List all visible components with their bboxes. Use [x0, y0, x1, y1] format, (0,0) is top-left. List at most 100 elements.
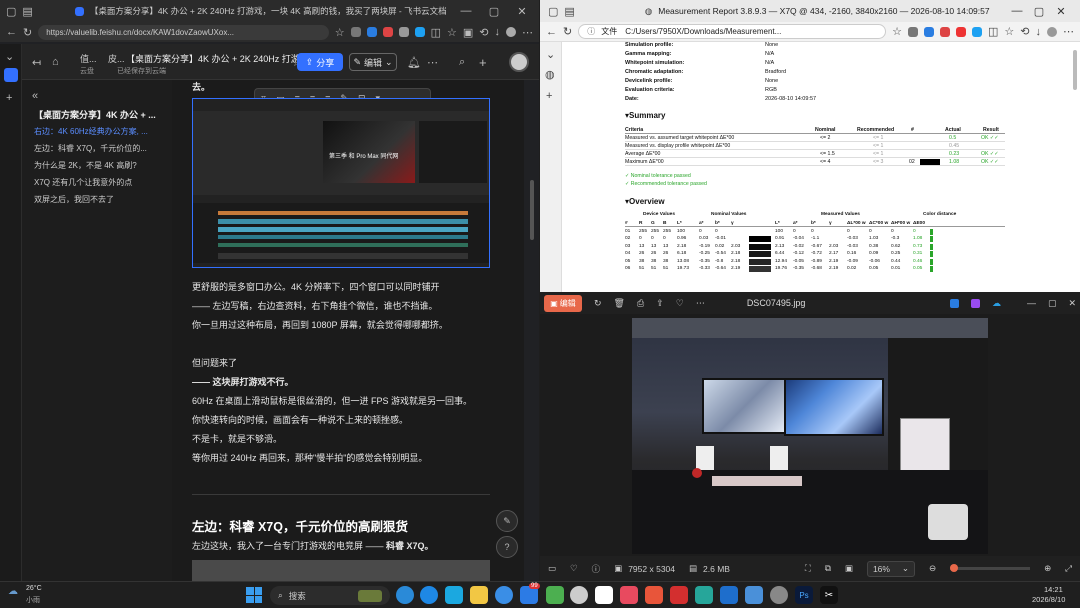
history-icon[interactable]: ⟲ — [479, 26, 488, 39]
close-icon[interactable]: ✕ — [511, 5, 533, 18]
filmstrip-icon[interactable]: ▭ — [548, 563, 556, 574]
scrollbar-thumb[interactable] — [530, 180, 534, 240]
overview-heading[interactable]: ▾Overview — [625, 197, 665, 206]
taskbar-search[interactable]: ⌕ 搜索 — [270, 586, 390, 605]
cloud-label[interactable]: 云盘 — [80, 66, 94, 76]
profile-avatar[interactable] — [506, 27, 516, 37]
clock-time[interactable]: 14:21 — [1044, 585, 1063, 594]
favorite-icon[interactable]: ♡ — [570, 563, 578, 574]
outline-item[interactable]: 为什么是 2K，不是 4K 高刷? — [34, 160, 137, 171]
zoom-in-icon[interactable]: ⊕ — [1044, 563, 1051, 574]
extension-icon[interactable] — [908, 26, 918, 37]
minimize-icon[interactable]: — — [455, 5, 477, 17]
add-icon[interactable]: + — [546, 90, 552, 102]
chevron-down-icon[interactable]: ⌄ — [546, 48, 555, 61]
explorer-icon[interactable] — [470, 586, 488, 604]
app-icon[interactable] — [546, 586, 564, 604]
maximize-icon[interactable]: ▢ — [483, 5, 505, 18]
outline-item[interactable]: 双屏之后，我回不去了 — [34, 194, 114, 205]
outline-item[interactable]: X7Q 还有几个让我意外的点 — [34, 177, 132, 188]
window-menu-icon[interactable]: ▢ — [548, 5, 558, 18]
bell-icon[interactable]: 🔔︎ — [407, 56, 421, 69]
outline-item[interactable]: 【桌面方案分享】4K 办公 + ... — [34, 108, 156, 121]
tab-list-icon[interactable]: ▤ — [22, 5, 32, 18]
settings-icon[interactable] — [770, 586, 788, 604]
collections-icon[interactable]: ▣ — [463, 26, 473, 39]
photoshop-icon[interactable]: Ps — [795, 586, 813, 604]
edge-icon[interactable] — [420, 586, 438, 604]
favorite-star-icon[interactable]: ☆ — [892, 25, 902, 38]
app-icon[interactable] — [570, 586, 588, 604]
tab-list-icon[interactable]: ▤ — [564, 5, 574, 18]
download-icon[interactable]: ↓ — [495, 26, 501, 38]
app-icon[interactable] — [970, 298, 980, 308]
tab-title[interactable]: Measurement Report 3.8.9.3 — X7Q @ 434, … — [658, 6, 1006, 16]
home-icon[interactable]: ⌂ — [52, 56, 59, 68]
more-icon[interactable]: ⋯ — [427, 56, 438, 69]
share-icon[interactable]: ⇪ — [656, 298, 664, 309]
breadcrumb[interactable]: 皮... — [108, 52, 125, 65]
extension-icon[interactable] — [940, 26, 950, 37]
start-button[interactable] — [246, 587, 262, 603]
more-icon[interactable]: ⋯ — [522, 26, 533, 39]
minimize-icon[interactable]: — — [1027, 298, 1036, 308]
profile-avatar[interactable] — [1047, 26, 1057, 37]
summary-heading[interactable]: ▾Summary — [625, 111, 665, 120]
delete-icon[interactable]: 🗑︎ — [614, 298, 625, 309]
embedded-screenshot-image[interactable]: 第三季 和 Pro Max 同代网 — [192, 98, 490, 268]
app-icon[interactable] — [645, 586, 663, 604]
weather-temp[interactable]: 26°C — [26, 585, 42, 592]
app-icon[interactable] — [620, 586, 638, 604]
app-icon[interactable] — [495, 586, 513, 604]
minimize-icon[interactable]: — — [1006, 5, 1028, 17]
close-icon[interactable]: ✕ — [1068, 298, 1076, 309]
maximize-icon[interactable]: ▢ — [1028, 5, 1050, 18]
favorites-icon[interactable]: ☆ — [1004, 25, 1014, 38]
globe-icon[interactable]: ◍ — [545, 68, 555, 81]
outline-item[interactable]: 左边：科睿 X7Q，千元价位的... — [34, 143, 147, 154]
fullscreen-icon[interactable]: ⤢ — [1065, 563, 1072, 574]
close-icon[interactable]: ✕ — [1050, 5, 1072, 18]
zoom-slider[interactable] — [950, 564, 1031, 572]
store-icon[interactable] — [445, 586, 463, 604]
avatar[interactable] — [509, 52, 529, 72]
favorite-star-icon[interactable]: ☆ — [335, 26, 345, 39]
help-button[interactable]: ? — [496, 536, 518, 558]
more-icon[interactable]: ⋯ — [1063, 25, 1074, 38]
extension-icon[interactable] — [924, 26, 934, 37]
maximize-icon[interactable]: ▢ — [1048, 298, 1057, 309]
weather-desc[interactable]: 小雨 — [26, 595, 40, 605]
capcut-icon[interactable]: ✂ — [820, 586, 838, 604]
download-icon[interactable]: ↓ — [1036, 26, 1042, 38]
favorites-icon[interactable]: ☆ — [447, 26, 457, 39]
extension-icon[interactable] — [956, 26, 966, 37]
zoom-actual-icon[interactable]: ⧉ — [825, 563, 831, 574]
typora-icon[interactable] — [595, 586, 613, 604]
extension-icon[interactable] — [382, 27, 393, 37]
info-icon[interactable]: ⓘ — [592, 563, 601, 575]
window-menu-icon[interactable]: ▢ — [6, 5, 16, 18]
feishu-rail-icon[interactable] — [4, 68, 18, 82]
fit-icon[interactable]: ⛶ — [805, 563, 811, 574]
search-icon[interactable]: ⌕ — [459, 56, 465, 69]
app-icon[interactable] — [745, 586, 763, 604]
breadcrumb[interactable]: 值... — [80, 52, 97, 65]
url-input[interactable]: ⓘ 文件 C:/Users/7950X/Downloads/Measuremen… — [578, 24, 887, 39]
scrollbar-thumb[interactable] — [1073, 50, 1077, 90]
more-icon[interactable]: ⋯ — [696, 298, 705, 309]
add-icon[interactable]: + — [479, 55, 487, 70]
comment-float-button[interactable]: ✎ — [496, 510, 518, 532]
app-icon[interactable] — [949, 298, 959, 308]
copilot-icon[interactable] — [396, 586, 414, 604]
back-icon[interactable]: ← — [546, 26, 557, 38]
share-button[interactable]: ⇪ 分享 — [297, 53, 343, 71]
split-icon[interactable]: ◫ — [431, 26, 441, 39]
photos-taskbar-icon[interactable] — [720, 586, 738, 604]
favorite-icon[interactable]: ♡ — [676, 298, 684, 309]
print-icon[interactable]: ⎙ — [637, 298, 644, 309]
refresh-icon[interactable]: ↻ — [563, 25, 572, 38]
zoom-slider-thumb[interactable] — [950, 564, 959, 572]
extension-icon[interactable] — [350, 27, 361, 37]
outline-item-active[interactable]: 右边：4K 60Hz经典办公方案, ... — [34, 126, 148, 137]
back-icon[interactable]: ← — [6, 26, 17, 38]
